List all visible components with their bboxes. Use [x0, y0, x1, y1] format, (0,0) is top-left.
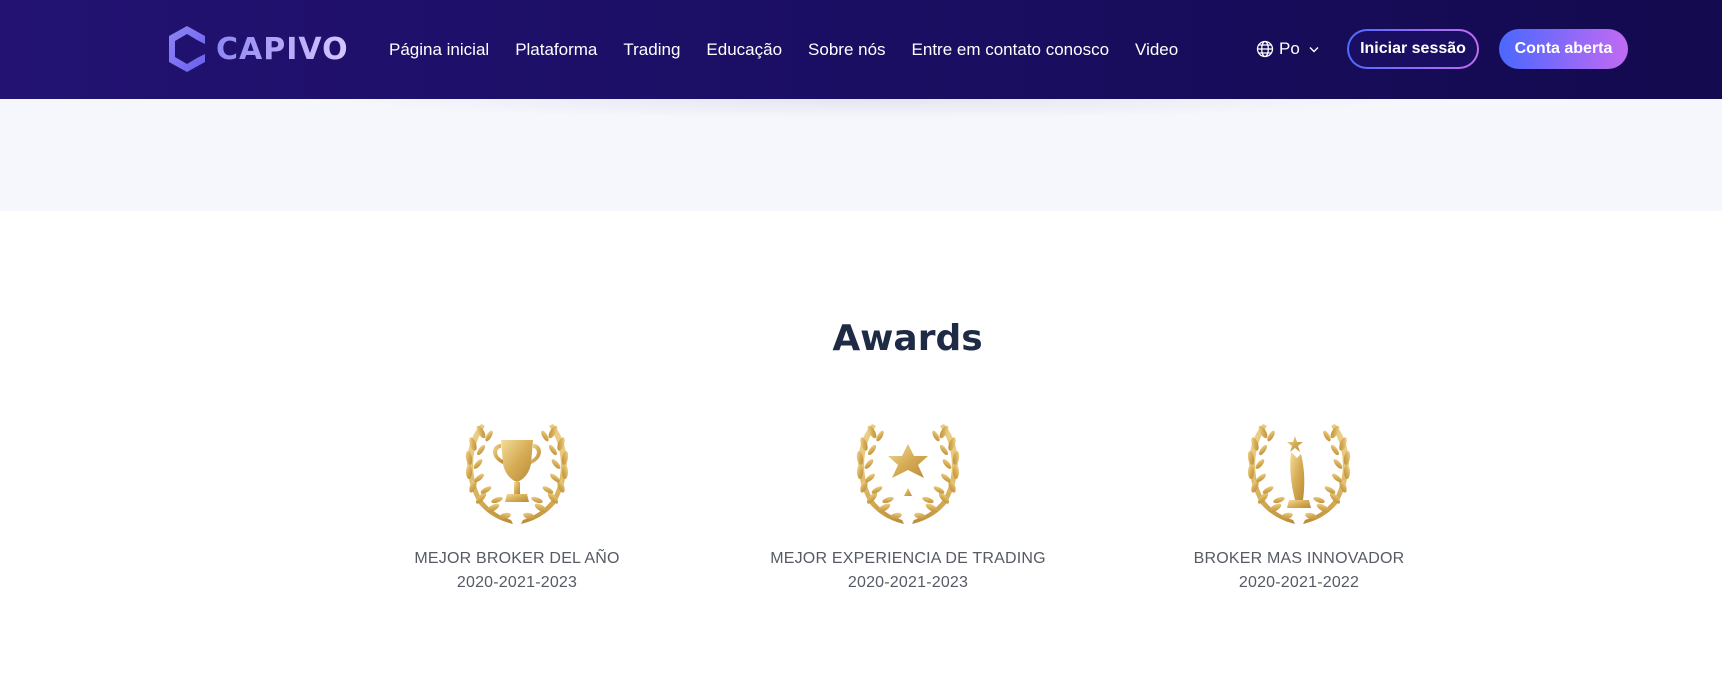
star-laurel-icon [855, 424, 961, 524]
award-text: MEJOR EXPERIENCIA DE TRADING 2020-2021-2… [758, 547, 1058, 595]
site-header: CAPIVO Página inicial Plataforma Trading… [0, 0, 1722, 99]
nav-item-education[interactable]: Educação [706, 40, 782, 60]
language-selector[interactable]: Po [1256, 38, 1319, 60]
trophy-laurel-icon [464, 424, 570, 524]
chevron-down-icon [1309, 46, 1319, 52]
award-years: 2020-2021-2022 [1238, 574, 1360, 591]
nav-item-home[interactable]: Página inicial [389, 40, 489, 60]
nav-item-about[interactable]: Sobre nós [808, 40, 886, 60]
login-button-label: Iniciar sessão [1349, 31, 1477, 67]
main-nav: Página inicial Plataforma Trading Educaç… [389, 0, 1204, 99]
nav-item-platform[interactable]: Plataforma [515, 40, 597, 60]
award-name: BROKER MAS INNOVADOR [1193, 550, 1405, 567]
award-name: MEJOR BROKER DEL AÑO [414, 550, 620, 567]
site-logo[interactable]: CAPIVO [167, 24, 349, 74]
award-text: BROKER MAS INNOVADOR 2020-2021-2022 [1149, 547, 1449, 595]
nav-item-video[interactable]: Video [1135, 40, 1178, 60]
capivo-logo-icon [169, 26, 205, 72]
login-button[interactable]: Iniciar sessão [1347, 29, 1479, 69]
award-name: MEJOR EXPERIENCIA DE TRADING [770, 550, 1046, 567]
open-account-button[interactable]: Conta aberta [1499, 29, 1628, 69]
award-card: BROKER MAS INNOVADOR 2020-2021-2022 [1149, 412, 1449, 595]
language-label: Po [1279, 39, 1300, 58]
globe-icon [1256, 40, 1274, 58]
card-shadow [320, 99, 1420, 119]
award-text: MEJOR BROKER DEL AÑO 2020-2021-2023 [367, 547, 667, 595]
award-card: MEJOR EXPERIENCIA DE TRADING 2020-2021-2… [758, 412, 1058, 595]
logo-wordmark: CAPIVO [216, 31, 349, 67]
award-years: 2020-2021-2023 [456, 574, 578, 591]
award-years: 2020-2021-2023 [847, 574, 969, 591]
statue-laurel-icon [1246, 424, 1352, 524]
awards-title: Awards [832, 318, 983, 359]
nav-item-trading[interactable]: Trading [623, 40, 680, 60]
award-card: MEJOR BROKER DEL AÑO 2020-2021-2023 [367, 412, 667, 595]
nav-item-contact[interactable]: Entre em contato conosco [912, 40, 1110, 60]
